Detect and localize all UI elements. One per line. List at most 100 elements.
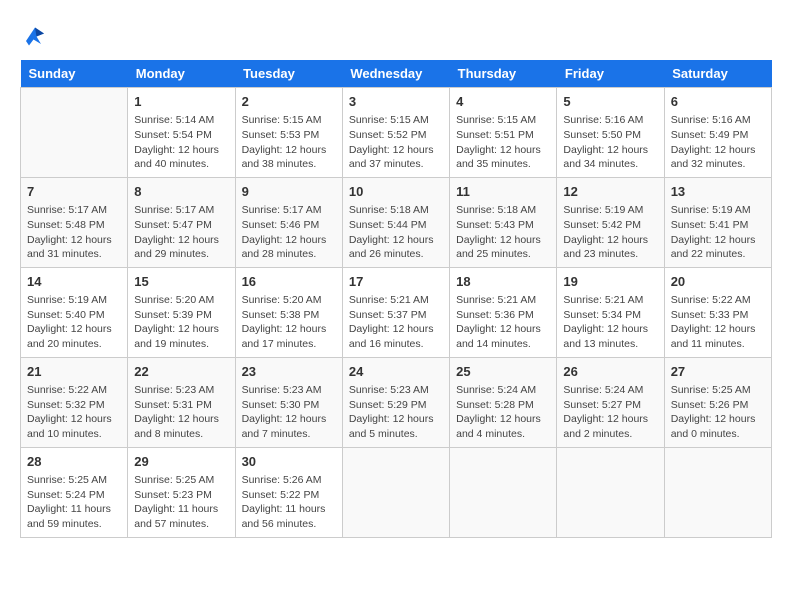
cell-daylight-info: Sunrise: 5:26 AM Sunset: 5:22 PM Dayligh… <box>242 473 336 532</box>
calendar-week-3: 14Sunrise: 5:19 AM Sunset: 5:40 PM Dayli… <box>21 267 772 357</box>
calendar-table: SundayMondayTuesdayWednesdayThursdayFrid… <box>20 60 772 538</box>
calendar-cell: 19 Sunrise: 5:21 AM Sunset: 5:34 PM Dayli… <box>557 267 664 357</box>
cell-daylight-info: Sunrise: 5:24 AM Sunset: 5:28 PM Dayligh… <box>456 383 550 442</box>
calendar-cell: 7 Sunrise: 5:17 AM Sunset: 5:48 PM Daylig… <box>21 177 128 267</box>
calendar-header-row: SundayMondayTuesdayWednesdayThursdayFrid… <box>21 60 772 88</box>
cell-daylight-info: Sunrise: 5:21 AM Sunset: 5:34 PM Dayligh… <box>563 293 657 352</box>
cell-daylight-info: Sunrise: 5:16 AM Sunset: 5:49 PM Dayligh… <box>671 113 765 172</box>
date-number: 11 <box>456 183 550 201</box>
cell-daylight-info: Sunrise: 5:18 AM Sunset: 5:44 PM Dayligh… <box>349 203 443 262</box>
date-number: 26 <box>563 363 657 381</box>
date-number: 17 <box>349 273 443 291</box>
cell-daylight-info: Sunrise: 5:21 AM Sunset: 5:36 PM Dayligh… <box>456 293 550 352</box>
date-number: 21 <box>27 363 121 381</box>
date-number: 29 <box>134 453 228 471</box>
calendar-week-1: 1 Sunrise: 5:14 AM Sunset: 5:54 PM Daylig… <box>21 88 772 178</box>
logo <box>20 20 56 50</box>
date-number: 20 <box>671 273 765 291</box>
cell-daylight-info: Sunrise: 5:14 AM Sunset: 5:54 PM Dayligh… <box>134 113 228 172</box>
calendar-cell <box>557 447 664 537</box>
calendar-cell <box>342 447 449 537</box>
date-number: 5 <box>563 93 657 111</box>
cell-daylight-info: Sunrise: 5:17 AM Sunset: 5:48 PM Dayligh… <box>27 203 121 262</box>
calendar-cell: 13 Sunrise: 5:19 AM Sunset: 5:41 PM Dayli… <box>664 177 771 267</box>
date-number: 7 <box>27 183 121 201</box>
calendar-cell: 29 Sunrise: 5:25 AM Sunset: 5:23 PM Dayli… <box>128 447 235 537</box>
calendar-cell: 20 Sunrise: 5:22 AM Sunset: 5:33 PM Dayli… <box>664 267 771 357</box>
date-number: 3 <box>349 93 443 111</box>
date-number: 27 <box>671 363 765 381</box>
calendar-cell: 12 Sunrise: 5:19 AM Sunset: 5:42 PM Dayli… <box>557 177 664 267</box>
cell-daylight-info: Sunrise: 5:24 AM Sunset: 5:27 PM Dayligh… <box>563 383 657 442</box>
calendar-cell: 1 Sunrise: 5:14 AM Sunset: 5:54 PM Daylig… <box>128 88 235 178</box>
cell-daylight-info: Sunrise: 5:19 AM Sunset: 5:41 PM Dayligh… <box>671 203 765 262</box>
calendar-cell: 25 Sunrise: 5:24 AM Sunset: 5:28 PM Dayli… <box>450 357 557 447</box>
calendar-week-5: 28 Sunrise: 5:25 AM Sunset: 5:24 PM Dayli… <box>21 447 772 537</box>
day-header-saturday: Saturday <box>664 60 771 88</box>
logo-icon <box>20 20 50 50</box>
date-number: 4 <box>456 93 550 111</box>
date-number: 15 <box>134 273 228 291</box>
calendar-cell: 30 Sunrise: 5:26 AM Sunset: 5:22 PM Dayli… <box>235 447 342 537</box>
calendar-cell: 14Sunrise: 5:19 AM Sunset: 5:40 PM Dayli… <box>21 267 128 357</box>
cell-daylight-info: Sunrise: 5:15 AM Sunset: 5:51 PM Dayligh… <box>456 113 550 172</box>
cell-daylight-info: Sunrise: 5:22 AM Sunset: 5:33 PM Dayligh… <box>671 293 765 352</box>
day-header-monday: Monday <box>128 60 235 88</box>
cell-daylight-info: Sunrise: 5:23 AM Sunset: 5:29 PM Dayligh… <box>349 383 443 442</box>
date-number: 28 <box>27 453 121 471</box>
day-header-tuesday: Tuesday <box>235 60 342 88</box>
cell-daylight-info: Sunrise: 5:17 AM Sunset: 5:47 PM Dayligh… <box>134 203 228 262</box>
date-number: 24 <box>349 363 443 381</box>
calendar-cell: 17 Sunrise: 5:21 AM Sunset: 5:37 PM Dayli… <box>342 267 449 357</box>
date-number: 16 <box>242 273 336 291</box>
calendar-cell: 8 Sunrise: 5:17 AM Sunset: 5:47 PM Daylig… <box>128 177 235 267</box>
cell-daylight-info: Sunrise: 5:21 AM Sunset: 5:37 PM Dayligh… <box>349 293 443 352</box>
cell-daylight-info: Sunrise: 5:16 AM Sunset: 5:50 PM Dayligh… <box>563 113 657 172</box>
calendar-cell: 22Sunrise: 5:23 AM Sunset: 5:31 PM Dayli… <box>128 357 235 447</box>
date-number: 19 <box>563 273 657 291</box>
date-number: 23 <box>242 363 336 381</box>
date-number: 22 <box>134 363 228 381</box>
cell-daylight-info: Sunrise: 5:25 AM Sunset: 5:23 PM Dayligh… <box>134 473 228 532</box>
calendar-cell: 28 Sunrise: 5:25 AM Sunset: 5:24 PM Dayli… <box>21 447 128 537</box>
calendar-cell: 23 Sunrise: 5:23 AM Sunset: 5:30 PM Dayli… <box>235 357 342 447</box>
calendar-cell <box>21 88 128 178</box>
cell-daylight-info: Sunrise: 5:15 AM Sunset: 5:52 PM Dayligh… <box>349 113 443 172</box>
date-number: 6 <box>671 93 765 111</box>
date-number: 1 <box>134 93 228 111</box>
calendar-cell <box>450 447 557 537</box>
date-number: 13 <box>671 183 765 201</box>
calendar-cell: 5 Sunrise: 5:16 AM Sunset: 5:50 PM Daylig… <box>557 88 664 178</box>
cell-daylight-info: Sunrise: 5:20 AM Sunset: 5:38 PM Dayligh… <box>242 293 336 352</box>
date-number: 8 <box>134 183 228 201</box>
calendar-cell: 10Sunrise: 5:18 AM Sunset: 5:44 PM Dayli… <box>342 177 449 267</box>
calendar-cell: 11Sunrise: 5:18 AM Sunset: 5:43 PM Dayli… <box>450 177 557 267</box>
day-header-wednesday: Wednesday <box>342 60 449 88</box>
calendar-week-2: 7 Sunrise: 5:17 AM Sunset: 5:48 PM Daylig… <box>21 177 772 267</box>
date-number: 18 <box>456 273 550 291</box>
calendar-cell: 15 Sunrise: 5:20 AM Sunset: 5:39 PM Dayli… <box>128 267 235 357</box>
date-number: 2 <box>242 93 336 111</box>
cell-daylight-info: Sunrise: 5:25 AM Sunset: 5:24 PM Dayligh… <box>27 473 121 532</box>
day-header-friday: Friday <box>557 60 664 88</box>
calendar-cell: 26 Sunrise: 5:24 AM Sunset: 5:27 PM Dayli… <box>557 357 664 447</box>
calendar-cell: 24 Sunrise: 5:23 AM Sunset: 5:29 PM Dayli… <box>342 357 449 447</box>
calendar-cell: 9 Sunrise: 5:17 AM Sunset: 5:46 PM Daylig… <box>235 177 342 267</box>
cell-daylight-info: Sunrise: 5:17 AM Sunset: 5:46 PM Dayligh… <box>242 203 336 262</box>
calendar-cell: 21 Sunrise: 5:22 AM Sunset: 5:32 PM Dayli… <box>21 357 128 447</box>
cell-daylight-info: Sunrise: 5:20 AM Sunset: 5:39 PM Dayligh… <box>134 293 228 352</box>
date-number: 25 <box>456 363 550 381</box>
cell-daylight-info: Sunrise: 5:19 AM Sunset: 5:42 PM Dayligh… <box>563 203 657 262</box>
date-number: 30 <box>242 453 336 471</box>
cell-daylight-info: Sunrise: 5:23 AM Sunset: 5:30 PM Dayligh… <box>242 383 336 442</box>
day-header-sunday: Sunday <box>21 60 128 88</box>
calendar-cell: 4 Sunrise: 5:15 AM Sunset: 5:51 PM Daylig… <box>450 88 557 178</box>
calendar-cell: 3 Sunrise: 5:15 AM Sunset: 5:52 PM Daylig… <box>342 88 449 178</box>
date-number: 9 <box>242 183 336 201</box>
calendar-cell: 2Sunrise: 5:15 AM Sunset: 5:53 PM Daylig… <box>235 88 342 178</box>
date-number: 14 <box>27 273 121 291</box>
calendar-cell: 6 Sunrise: 5:16 AM Sunset: 5:49 PM Daylig… <box>664 88 771 178</box>
day-header-thursday: Thursday <box>450 60 557 88</box>
date-number: 12 <box>563 183 657 201</box>
cell-daylight-info: Sunrise: 5:22 AM Sunset: 5:32 PM Dayligh… <box>27 383 121 442</box>
